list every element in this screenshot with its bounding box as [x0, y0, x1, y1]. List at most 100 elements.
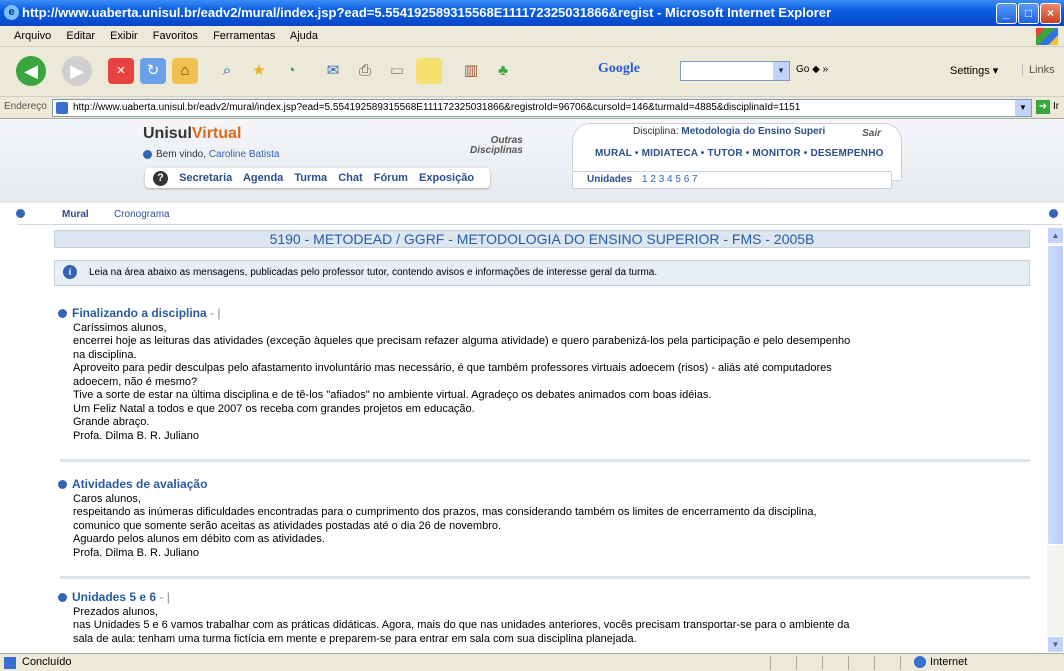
outras-disciplinas-link[interactable]: Outras Disciplinas — [470, 136, 523, 156]
status-divider — [770, 656, 771, 670]
nav-turma[interactable]: Turma — [294, 172, 327, 184]
status-divider — [822, 656, 823, 670]
post: Finalizando a disciplina - | Caríssimos … — [58, 306, 1036, 443]
units-list[interactable]: 1 2 3 4 5 6 7 — [642, 174, 698, 185]
nav-secretaria[interactable]: Secretaria — [179, 172, 232, 184]
bullet-icon — [58, 480, 67, 490]
menu-ferramentas[interactable]: Ferramentas — [213, 30, 275, 42]
scroll-down-icon[interactable]: ▼ — [1047, 636, 1064, 653]
google-search-input[interactable]: ▼ — [680, 61, 790, 81]
main-nav: ? Secretaria Agenda Turma Chat Fórum Exp… — [145, 168, 491, 188]
discipline-links[interactable]: MURAL • MIDIATECA • TUTOR • MONITOR • DE… — [595, 148, 884, 159]
info-box: i Leia na área abaixo as mensagens, publ… — [54, 260, 1030, 286]
nav-chat[interactable]: Chat — [338, 172, 362, 184]
user-name[interactable]: Caroline Batista — [209, 149, 280, 160]
tab-bullet-icon — [16, 209, 25, 218]
unisul-virtual-logo[interactable]: UnisulVirtual — [143, 125, 241, 143]
edit-icon[interactable]: ▭ — [384, 58, 410, 84]
address-label: Endereço — [4, 101, 47, 112]
status-divider — [874, 656, 875, 670]
section-tabs: Mural Cronograma — [16, 207, 1062, 225]
discuss-icon[interactable] — [416, 58, 442, 84]
menu-bar: Arquivo Editar Exibir Favoritos Ferramen… — [0, 26, 1064, 47]
nav-forum[interactable]: Fórum — [374, 172, 408, 184]
address-input[interactable]: http://www.uaberta.unisul.br/eadv2/mural… — [52, 99, 1032, 117]
security-zone: Internet — [914, 654, 967, 671]
units-bar: Unidades 1 2 3 4 5 6 7 — [572, 171, 892, 189]
menu-arquivo[interactable]: Arquivo — [14, 30, 51, 42]
google-go-button[interactable]: Go ◆ » — [796, 64, 828, 75]
sair-button[interactable]: Sair — [862, 128, 881, 139]
post-divider — [60, 576, 1030, 579]
course-title: 5190 - METODEAD / GGRF - METODOLOGIA DO … — [54, 230, 1030, 248]
research-icon[interactable]: ▥ — [458, 58, 484, 84]
status-bar: Concluído Internet — [0, 653, 1064, 671]
tab-mural[interactable]: Mural — [62, 207, 89, 223]
mural-content: 5190 - METODEAD / GGRF - METODOLOGIA DO … — [0, 227, 1046, 653]
menu-exibir[interactable]: Exibir — [110, 30, 138, 42]
minimize-button[interactable]: _ — [996, 3, 1017, 24]
discipline-name: Metodologia do Ensino Superi — [681, 126, 826, 137]
settings-button[interactable]: Settings ▾ — [950, 64, 998, 77]
scroll-up-icon[interactable]: ▲ — [1047, 227, 1064, 244]
bullet-icon — [58, 593, 67, 603]
scroll-thumb[interactable] — [1047, 245, 1064, 545]
toolbar: ◀ ▶ × ↻ ⌂ ⌕ ★ ◔ ✉ ⎙ ▭ ▥ ♣ Google ▼ Go ◆ … — [0, 47, 1064, 97]
google-toolbar-logo: Google — [598, 61, 640, 76]
print-icon[interactable]: ⎙ — [352, 58, 378, 84]
mail-icon[interactable]: ✉ — [320, 58, 346, 84]
post: Atividades de avaliação Caros alunos, re… — [58, 477, 1036, 560]
close-button[interactable]: × — [1040, 3, 1061, 24]
stop-icon[interactable]: × — [108, 58, 134, 84]
tab-right-icon[interactable] — [1049, 209, 1058, 218]
refresh-icon[interactable]: ↻ — [140, 58, 166, 84]
page-icon — [56, 102, 68, 114]
status-text: Concluído — [22, 656, 72, 668]
page-done-icon — [4, 657, 16, 669]
welcome-message: Bem vindo, Caroline Batista — [143, 149, 279, 160]
menu-favoritos[interactable]: Favoritos — [153, 30, 198, 42]
post-title[interactable]: Finalizando a disciplina - | — [58, 306, 1036, 321]
home-icon[interactable]: ⌂ — [172, 58, 198, 84]
go-arrow-icon: ➜ — [1036, 100, 1050, 114]
vertical-scrollbar[interactable]: ▲ ▼ — [1047, 227, 1064, 653]
back-arrow-icon[interactable]: ◀ — [16, 56, 46, 86]
chevron-down-icon[interactable]: ▼ — [773, 62, 789, 80]
windows-flag-icon — [1036, 28, 1058, 45]
menu-editar[interactable]: Editar — [66, 30, 95, 42]
address-bar: Endereço http://www.uaberta.unisul.br/ea… — [0, 97, 1064, 119]
title-bar: e http://www.uaberta.unisul.br/eadv2/mur… — [0, 0, 1064, 26]
favorites-star-icon[interactable]: ★ — [246, 58, 272, 84]
go-button[interactable]: ➜ Ir — [1036, 100, 1059, 114]
messenger-icon[interactable]: ♣ — [490, 58, 516, 84]
status-divider — [796, 656, 797, 670]
discipline-label: Disciplina: Metodologia do Ensino Superi — [633, 126, 826, 137]
status-divider — [900, 656, 901, 670]
ie-icon: e — [4, 5, 19, 20]
chevron-down-icon[interactable]: ▼ — [1015, 100, 1031, 116]
window-title: http://www.uaberta.unisul.br/eadv2/mural… — [22, 5, 832, 20]
search-icon[interactable]: ⌕ — [214, 58, 240, 84]
address-url: http://www.uaberta.unisul.br/eadv2/mural… — [73, 102, 801, 113]
help-icon[interactable]: ? — [153, 171, 168, 186]
page-viewport: UnisulVirtual Bem vindo, Caroline Batist… — [0, 119, 1064, 653]
post-title[interactable]: Atividades de avaliação — [58, 477, 1036, 492]
forward-arrow-icon[interactable]: ▶ — [62, 56, 92, 86]
maximize-button[interactable]: □ — [1018, 3, 1039, 24]
links-button[interactable]: Links — [1022, 64, 1055, 76]
tab-cronograma[interactable]: Cronograma — [114, 207, 170, 223]
nav-exposicao[interactable]: Exposição — [419, 172, 474, 184]
bullet-icon — [143, 149, 152, 159]
post-body: Caríssimos alunos, encerrei hoje as leit… — [73, 321, 851, 442]
info-icon: i — [63, 265, 77, 279]
post-title[interactable]: Unidades 5 e 6 - | — [58, 590, 1036, 605]
history-icon[interactable]: ◔ — [278, 58, 304, 84]
nav-agenda[interactable]: Agenda — [243, 172, 283, 184]
bullet-icon — [58, 309, 67, 319]
post: Unidades 5 e 6 - | Prezados alunos, nas … — [58, 590, 1036, 646]
status-divider — [848, 656, 849, 670]
menu-ajuda[interactable]: Ajuda — [290, 30, 318, 42]
post-body: Prezados alunos, nas Unidades 5 e 6 vamo… — [73, 605, 850, 645]
info-text: Leia na área abaixo as mensagens, public… — [89, 267, 658, 278]
post-body: Caros alunos, respeitando as inúmeras di… — [73, 492, 817, 559]
